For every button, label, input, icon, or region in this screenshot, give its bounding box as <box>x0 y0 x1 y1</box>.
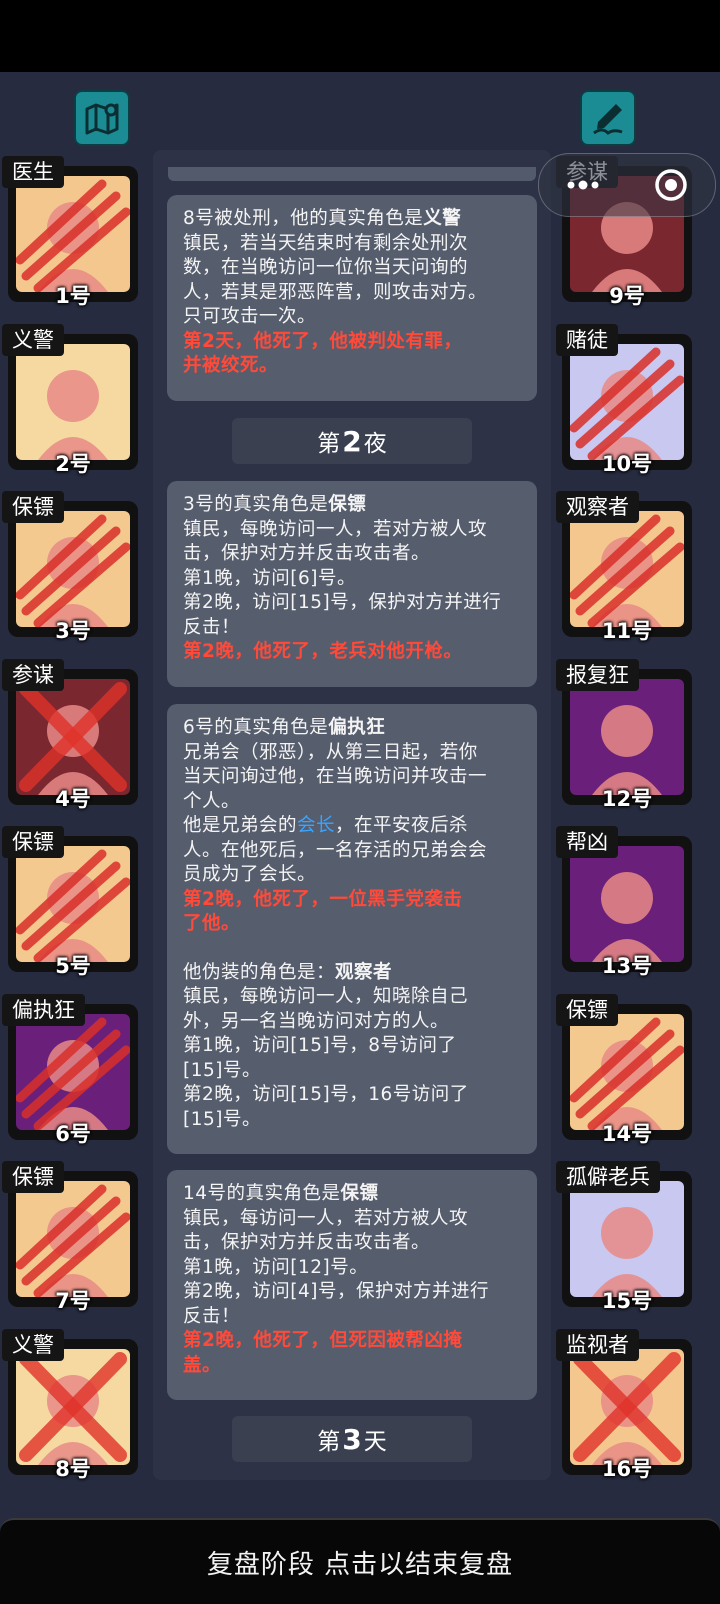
portrait <box>570 679 684 795</box>
player-number: 15号 <box>601 1289 653 1313</box>
portrait <box>16 679 130 795</box>
role-label: 保镖 <box>2 826 64 858</box>
portrait <box>16 1349 130 1465</box>
player-card-11[interactable]: 观察者 11号 <box>556 491 692 643</box>
phase-divider-night-2: 第2夜 <box>232 418 472 464</box>
player-card-5[interactable]: 保镖 5号 <box>2 826 138 978</box>
role-label: 参谋 <box>2 659 64 691</box>
character-figure <box>573 1352 681 1465</box>
role-label: 帮凶 <box>556 826 618 858</box>
character-figure <box>592 1207 662 1297</box>
map-icon <box>85 103 119 135</box>
player-number: 12号 <box>601 787 653 811</box>
role-label: 医生 <box>2 156 64 188</box>
player-card-2[interactable]: 义警 2号 <box>2 324 138 476</box>
player-card-6[interactable]: 偏执狂 6号 <box>2 994 138 1146</box>
player-card-1[interactable]: 医生 1号 <box>2 156 138 308</box>
role-label: 孤僻老兵 <box>556 1161 660 1193</box>
player-card-4[interactable]: 参谋 4号 <box>2 659 138 811</box>
character-figure <box>16 514 130 627</box>
character-figure <box>592 872 662 962</box>
player-number: 6号 <box>55 1122 91 1146</box>
player-card-13[interactable]: 帮凶 13号 <box>556 826 692 978</box>
portrait <box>570 1349 684 1465</box>
character-figure <box>570 347 684 460</box>
log-card-execution: 8号被处刑，他的真实角色是义警 镇民，若当天结束时有剩余处刑次 数，在当晚访问一… <box>167 195 537 401</box>
player-card-16[interactable]: 监视者 16号 <box>556 1329 692 1481</box>
character-figure <box>38 370 108 460</box>
player-number: 16号 <box>601 1457 653 1481</box>
character-figure <box>570 514 684 627</box>
character-figure <box>19 1352 127 1465</box>
target-close-icon <box>655 169 687 201</box>
player-card-15[interactable]: 孤僻老兵 15号 <box>556 1161 692 1313</box>
portrait <box>570 846 684 962</box>
portrait <box>16 511 130 627</box>
log-card-player-6: 6号的真实角色是偏执狂 兄弟会（邪恶），从第三日起，若你 当天问询过他，在当晚访… <box>167 704 537 1154</box>
character-figure <box>19 682 127 795</box>
role-label: 偏执狂 <box>2 994 85 1026</box>
player-number: 14号 <box>601 1122 653 1146</box>
character-figure <box>16 1017 130 1130</box>
portrait <box>570 344 684 460</box>
role-label: 保镖 <box>556 994 618 1026</box>
role-label: 赌徒 <box>556 324 618 356</box>
player-number: 13号 <box>601 954 653 978</box>
role-label: 保镖 <box>2 491 64 523</box>
portrait <box>570 1014 684 1130</box>
end-review-bar[interactable]: 复盘阶段 点击以结束复盘 <box>0 1518 720 1604</box>
role-label: 保镖 <box>2 1161 64 1193</box>
player-number: 4号 <box>55 787 91 811</box>
role-label: 义警 <box>2 1329 64 1361</box>
portrait <box>570 1181 684 1297</box>
player-number: 5号 <box>55 954 91 978</box>
portrait <box>16 846 130 962</box>
log-card-player-14: 14号的真实角色是保镖 镇民，每访问一人，若对方被人攻 击，保护对方并反击攻击者… <box>167 1170 537 1400</box>
pen-notepad-icon <box>593 104 623 135</box>
player-number: 8号 <box>55 1457 91 1481</box>
character-figure <box>592 705 662 795</box>
map-button[interactable] <box>74 90 130 146</box>
character-figure <box>16 849 130 962</box>
mini-program-capsule <box>538 153 716 217</box>
player-card-10[interactable]: 赌徒 10号 <box>556 324 692 476</box>
character-figure <box>16 179 130 292</box>
player-number: 10号 <box>601 452 653 476</box>
portrait <box>16 1181 130 1297</box>
leader-keyword: 会长 <box>297 815 336 836</box>
player-number: 9号 <box>609 284 645 308</box>
player-card-3[interactable]: 保镖 3号 <box>2 491 138 643</box>
player-card-7[interactable]: 保镖 7号 <box>2 1161 138 1313</box>
phase-divider-day-3: 第3天 <box>232 1416 472 1462</box>
portrait <box>570 511 684 627</box>
role-label: 义警 <box>2 324 64 356</box>
player-number: 11号 <box>601 619 653 643</box>
player-number: 2号 <box>55 452 91 476</box>
player-number: 7号 <box>55 1289 91 1313</box>
character-figure <box>570 1017 684 1130</box>
player-card-14[interactable]: 保镖 14号 <box>556 994 692 1146</box>
player-card-8[interactable]: 义警 8号 <box>2 1329 138 1481</box>
notes-button[interactable] <box>580 90 636 146</box>
character-figure <box>16 1184 130 1297</box>
role-label: 观察者 <box>556 491 639 523</box>
more-dots-icon <box>567 180 599 190</box>
portrait <box>16 1014 130 1130</box>
player-number: 1号 <box>55 284 91 308</box>
player-number: 3号 <box>55 619 91 643</box>
end-review-label: 复盘阶段 点击以结束复盘 <box>206 1549 514 1580</box>
role-label: 监视者 <box>556 1329 639 1361</box>
portrait <box>16 344 130 460</box>
close-capsule-button[interactable] <box>627 154 715 216</box>
player-card-12[interactable]: 报复狂 12号 <box>556 659 692 811</box>
portrait <box>16 176 130 292</box>
role-label: 报复狂 <box>556 659 639 691</box>
log-top-edge <box>168 167 536 181</box>
more-menu-button[interactable] <box>539 154 627 216</box>
log-card-player-3: 3号的真实角色是保镖 镇民，每晚访问一人，若对方被人攻 击，保护对方并反击攻击者… <box>167 481 537 687</box>
